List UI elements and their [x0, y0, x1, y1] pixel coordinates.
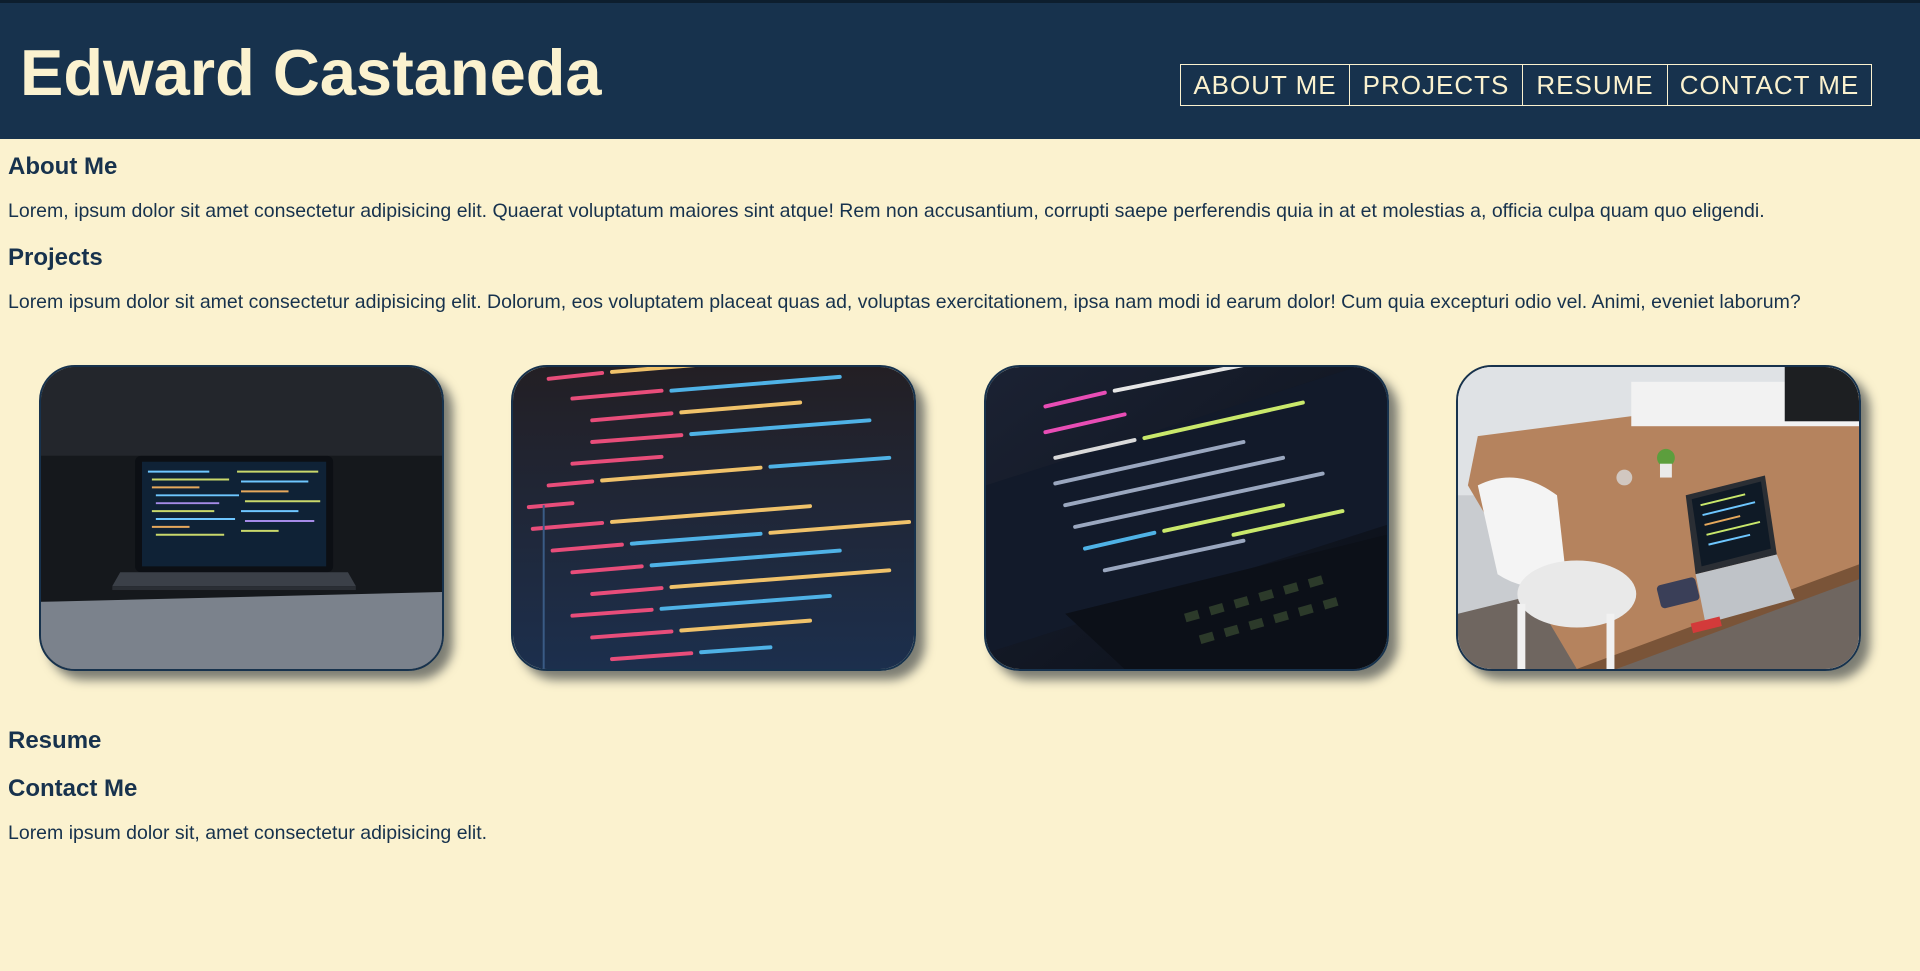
projects-text: Lorem ipsum dolor sit amet consectetur a…: [8, 291, 1801, 313]
nav-resume[interactable]: RESUME: [1522, 65, 1667, 105]
projects-heading: Projects: [8, 244, 103, 271]
contact-text: Lorem ipsum dolor sit, amet consectetur …: [8, 822, 488, 844]
project-image-desk-workspace[interactable]: [1456, 365, 1861, 671]
site-name: Edward Castaneda: [20, 36, 602, 109]
project-image-code-closeup[interactable]: [511, 365, 916, 671]
nav-projects[interactable]: PROJECTS: [1349, 65, 1522, 105]
laptop-photo: [41, 367, 442, 669]
workspace-photo: [1458, 367, 1859, 669]
project-gallery: [0, 365, 1920, 671]
code-laptop-photo: [986, 367, 1387, 669]
project-image-laptop-dark[interactable]: [39, 365, 444, 671]
nav-contact-me[interactable]: CONTACT ME: [1667, 65, 1871, 105]
resume-heading: Resume: [8, 727, 102, 754]
code-photo: [513, 367, 914, 669]
about-text: Lorem, ipsum dolor sit amet consectetur …: [8, 200, 1765, 222]
about-heading: About Me: [8, 153, 118, 180]
site-header: Edward Castaneda ABOUT ME PROJECTS RESUM…: [0, 0, 1920, 139]
project-image-code-laptop[interactable]: [984, 365, 1389, 671]
nav-about-me[interactable]: ABOUT ME: [1181, 65, 1349, 105]
contact-heading: Contact Me: [8, 775, 138, 802]
main-nav: ABOUT ME PROJECTS RESUME CONTACT ME: [1180, 64, 1872, 106]
